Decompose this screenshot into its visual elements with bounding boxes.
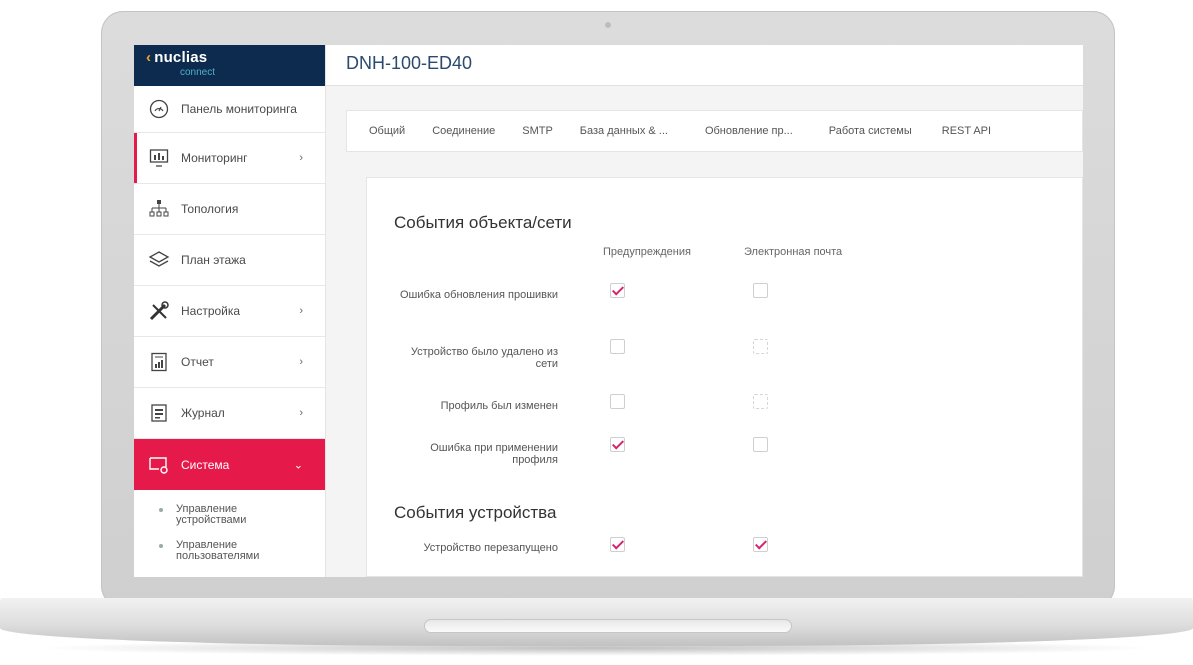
logo-chevron-icon: ‹	[146, 49, 152, 66]
sidebar-item-system[interactable]: Система ⌄	[134, 439, 325, 490]
column-header-warnings: Предупреждения	[603, 246, 691, 258]
brand-logo[interactable]: ‹ nuclias connect	[134, 45, 325, 86]
sidebar-item-label: Настройка	[181, 304, 241, 318]
chevron-right-icon: ›	[299, 152, 303, 164]
sidebar-item-label: Система	[181, 457, 230, 472]
camera-dot	[605, 22, 611, 28]
checkbox-profile-apply-error-email[interactable]	[753, 437, 768, 452]
checkbox-profile-changed-warnings[interactable]	[610, 394, 625, 409]
sidebar-item-label: Отчет	[181, 355, 214, 369]
sidebar-item-label: Мониторинг	[181, 151, 248, 165]
tools-icon	[148, 300, 170, 322]
sidebar-item-label: Журнал	[181, 406, 225, 420]
column-header-email: Электронная почта	[744, 246, 843, 258]
checkbox-firmware-error-email[interactable]	[753, 283, 768, 298]
topology-icon	[148, 198, 170, 220]
log-icon	[148, 402, 170, 424]
checkbox-device-removed-warnings[interactable]	[610, 339, 625, 354]
section-title-object-events: События объекта/сети	[394, 213, 572, 232]
row-label-firmware-error: Ошибка обновления прошивки	[400, 289, 558, 301]
tab-system-operation[interactable]: Работа системы	[829, 125, 912, 137]
row-label-device-removed: Устройство было удалено из сети	[410, 346, 558, 370]
chevron-right-icon: ›	[299, 356, 303, 368]
settings-tabs: Общий Соединение SMTP База данных & ... …	[346, 110, 1083, 152]
sidebar-item-monitoring[interactable]: Мониторинг ›	[134, 133, 325, 184]
sidebar-subitem-user-management[interactable]: Управление пользователями	[134, 540, 264, 562]
app-screen: ‹ nuclias connect Панель мониторинга Мони…	[134, 45, 1083, 577]
checkbox-device-restarted-warnings[interactable]	[610, 537, 625, 552]
checkbox-firmware-error-warnings[interactable]	[610, 283, 625, 298]
row-label-device-restarted: Устройство перезапущено	[423, 542, 558, 554]
checkbox-profile-changed-email	[753, 394, 768, 409]
sidebar-item-topology[interactable]: Топология	[134, 184, 325, 235]
monitoring-icon	[148, 147, 170, 169]
floor-plan-icon	[148, 249, 170, 271]
checkbox-device-restarted-email[interactable]	[753, 537, 768, 552]
system-icon	[148, 454, 170, 476]
page-title: DNH-100-ED40	[326, 45, 1083, 86]
tab-database[interactable]: База данных & ...	[580, 125, 668, 137]
section-title-device-events: События устройства	[394, 503, 557, 522]
checkbox-device-removed-email	[753, 339, 768, 354]
sidebar-item-floor-plan[interactable]: План этажа	[134, 235, 325, 286]
brand-name: nuclias	[154, 49, 208, 66]
tab-rest-api[interactable]: REST API	[942, 125, 991, 137]
chevron-right-icon: ›	[299, 305, 303, 317]
sidebar-item-label: Топология	[181, 202, 239, 216]
brand-sub: connect	[180, 67, 216, 78]
sidebar-item-dashboard[interactable]: Панель мониторинга	[134, 86, 325, 133]
sidebar-item-label: Панель мониторинга	[181, 102, 297, 116]
sidebar-item-label: План этажа	[181, 253, 246, 267]
sidebar-item-settings[interactable]: Настройка ›	[134, 286, 325, 337]
sidebar-item-log[interactable]: Журнал ›	[134, 388, 325, 439]
tab-connection[interactable]: Соединение	[432, 125, 495, 137]
tab-smtp[interactable]: SMTP	[522, 125, 553, 137]
row-label-profile-changed: Профиль был изменен	[440, 400, 558, 412]
row-label-profile-apply-error: Ошибка при применении профиля	[430, 442, 558, 466]
chevron-down-icon: ⌄	[293, 459, 303, 471]
laptop-notch	[424, 619, 792, 633]
report-icon	[148, 351, 170, 373]
dashboard-gauge-icon	[148, 98, 170, 120]
checkbox-profile-apply-error-warnings[interactable]	[610, 437, 625, 452]
tab-firmware-update[interactable]: Обновление пр...	[705, 125, 793, 137]
sidebar-item-report[interactable]: Отчет ›	[134, 337, 325, 388]
sidebar: ‹ nuclias connect Панель мониторинга Мони…	[134, 45, 326, 577]
tab-general[interactable]: Общий	[369, 125, 405, 137]
chevron-right-icon: ›	[299, 407, 303, 419]
sidebar-subitem-device-management[interactable]: Управление устройствами	[134, 504, 254, 526]
